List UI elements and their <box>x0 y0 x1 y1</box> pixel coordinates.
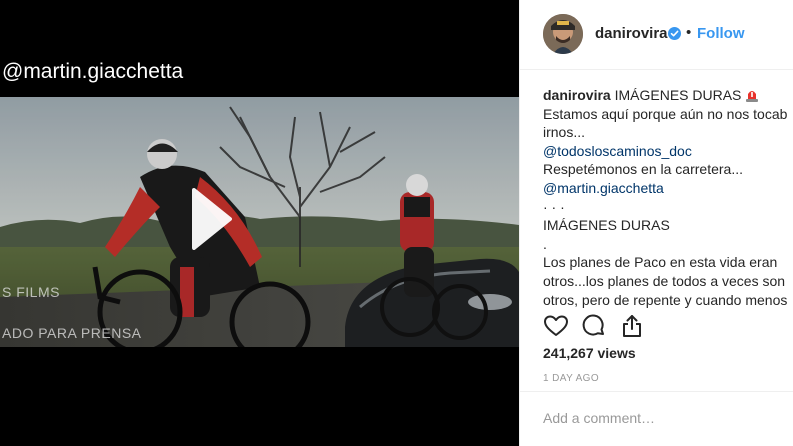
caption-author[interactable]: danirovira <box>543 87 611 103</box>
post-header: danirovira • Follow <box>520 0 793 70</box>
caption-line9: . <box>543 235 547 252</box>
caption-first-line: danirovira IMÁGENES DURAS <box>543 86 793 105</box>
share-icon[interactable] <box>619 313 645 339</box>
video-player[interactable]: @martin.giacchetta S FILMS ADO PARA PREN… <box>0 0 519 446</box>
caption-line5: Respetémonos en la carretera... <box>543 161 743 178</box>
siren-emoji-icon <box>745 88 759 102</box>
comment-bar <box>520 391 793 446</box>
comment-icon[interactable] <box>581 313 607 339</box>
caption-line3: irnos... <box>543 124 586 141</box>
video-watermark-line1: S FILMS <box>2 284 60 300</box>
video-overlay-handle: @martin.giacchetta <box>2 60 184 83</box>
caption-line10: Los planes de Paco en esta vida eran <box>543 254 778 271</box>
caption-line2: Estamos aquí porque aún no nos tocab <box>543 105 788 122</box>
post-sidebar: danirovira • Follow danirovira IMÁGENES … <box>519 0 793 446</box>
verified-badge-icon <box>668 27 681 40</box>
post-timestamp[interactable]: 1 DAY AGO <box>543 373 599 384</box>
caption-line12: otros, pero de repente y cuando menos <box>543 291 788 308</box>
avatar[interactable] <box>543 14 583 54</box>
caption-mention-martin[interactable]: @martin.giacchetta <box>543 179 793 198</box>
caption-line8: IMÁGENES DURAS <box>543 217 670 234</box>
post-caption: danirovira IMÁGENES DURAS Estamos aquí p… <box>543 86 793 309</box>
caption-mention-todosloscaminos[interactable]: @todosloscaminos_doc <box>543 142 793 161</box>
video-frame <box>0 97 519 347</box>
caption-line11: otros...los planes de todos a veces son <box>543 272 786 289</box>
separator-dot: • <box>686 24 692 41</box>
view-count[interactable]: 241,267 views <box>543 345 636 361</box>
caption-line7: · · · <box>543 198 565 215</box>
comment-input[interactable] <box>543 410 773 426</box>
follow-button[interactable]: Follow <box>697 25 745 42</box>
video-watermark-line2: ADO PARA PRENSA <box>2 325 142 341</box>
play-icon[interactable] <box>190 186 234 252</box>
header-username[interactable]: danirovira <box>595 25 668 42</box>
heart-icon[interactable] <box>543 313 569 339</box>
caption-line1: IMÁGENES DURAS <box>614 87 742 103</box>
